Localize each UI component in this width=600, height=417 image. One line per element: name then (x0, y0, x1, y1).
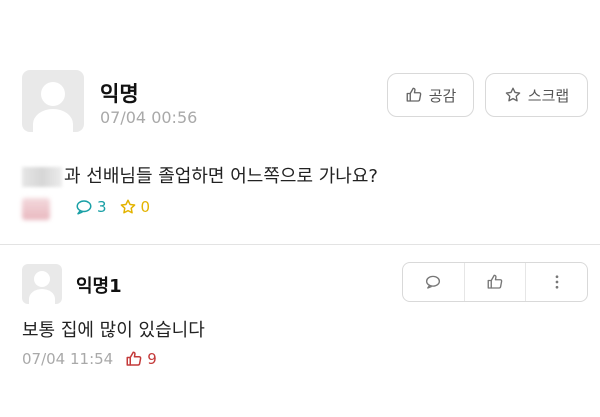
post-timestamp: 07/04 00:56 (100, 108, 198, 127)
avatar-body (29, 289, 55, 304)
comment-like-stat: 9 (125, 350, 157, 368)
post-body: 과 선배님들 졸업하면 어느쪽으로 가나요? (22, 162, 378, 188)
comment-timestamp: 07/04 11:54 (22, 350, 114, 368)
like-label: 공감 (428, 86, 457, 105)
comment-body: 보통 집에 많이 있습니다 (22, 320, 205, 341)
thumbs-up-icon (405, 86, 423, 104)
speech-bubble-icon (75, 198, 93, 216)
scrap-button[interactable]: 스크랩 (485, 73, 588, 117)
redacted-blur (22, 198, 50, 220)
comment-actions (402, 262, 588, 302)
comment-author: 익명1 (76, 276, 122, 297)
comment-stat: 3 (75, 198, 107, 216)
like-button[interactable]: 공감 (387, 73, 474, 117)
divider (0, 244, 600, 245)
thumbs-up-icon (486, 273, 504, 291)
thumbs-up-icon (125, 350, 143, 368)
avatar-body (33, 109, 73, 132)
scrap-count: 0 (140, 198, 151, 216)
avatar-head (34, 271, 50, 287)
star-icon (504, 86, 522, 104)
comment-author-avatar (22, 264, 62, 304)
comment-count: 3 (97, 198, 107, 216)
avatar-head (41, 82, 65, 106)
more-vertical-icon (548, 273, 566, 291)
scrap-label: 스크랩 (527, 86, 570, 105)
comment-meta: 07/04 11:54 9 (22, 350, 157, 368)
post-body-text: 과 선배님들 졸업하면 어느쪽으로 가나요? (64, 166, 378, 187)
reply-button[interactable] (403, 263, 465, 301)
more-options-button[interactable] (526, 263, 587, 301)
post-stats: 3 0 (75, 198, 162, 216)
scrap-stat: 0 (119, 198, 151, 216)
comment-like-count: 9 (147, 350, 157, 368)
author-avatar (22, 70, 84, 132)
speech-bubble-icon (424, 273, 442, 291)
star-icon (119, 198, 137, 216)
redacted-blur (22, 167, 62, 187)
post-author: 익명 (100, 82, 139, 106)
comment-like-button[interactable] (465, 263, 527, 301)
